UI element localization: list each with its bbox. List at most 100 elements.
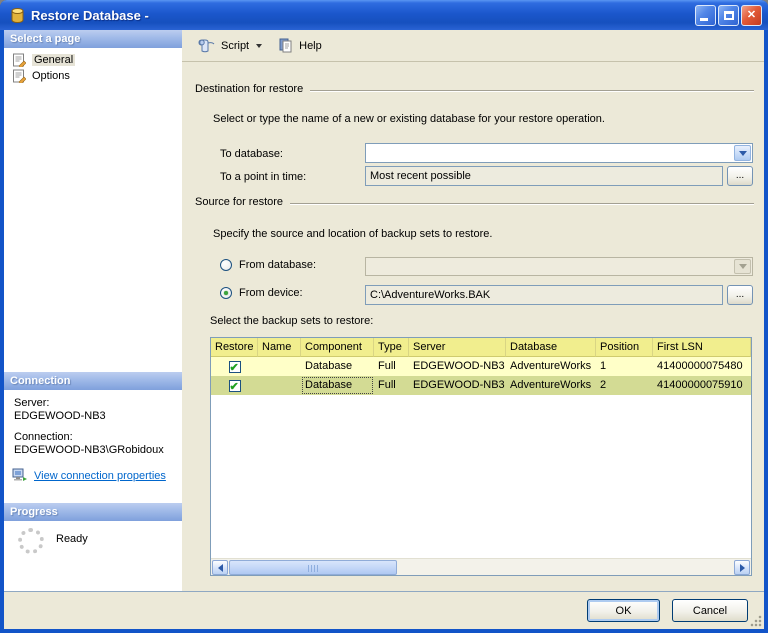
column-header-server: Server — [409, 338, 506, 357]
maximize-icon — [724, 10, 734, 20]
cell-server: EDGEWOOD-NB3 — [413, 379, 505, 391]
point-browse-button[interactable]: ... — [727, 166, 753, 186]
source-description: Specify the source and location of backu… — [213, 228, 493, 240]
cancel-button[interactable]: Cancel — [672, 599, 748, 622]
cell-type: Full — [378, 379, 396, 391]
cell-position: 1 — [600, 360, 607, 372]
help-button[interactable]: Help — [272, 34, 328, 57]
table-row[interactable]: Database Full EDGEWOOD-NB3 AdventureWork… — [211, 357, 751, 376]
script-button[interactable]: Script — [192, 34, 268, 57]
progress-header: Progress — [4, 503, 182, 521]
footer: OK Cancel — [4, 591, 764, 629]
minimize-button[interactable] — [695, 4, 716, 26]
resize-grip[interactable] — [749, 614, 762, 627]
cell-first-lsn: 41400000075480 — [657, 360, 743, 372]
window-controls — [695, 4, 762, 26]
source-group-label: Source for restore — [195, 196, 284, 208]
to-database-label: To database: — [220, 148, 283, 160]
cell-first-lsn: 41400000075910 — [657, 379, 743, 391]
connection-label: Connection: — [14, 431, 73, 443]
to-database-combobox[interactable] — [365, 143, 753, 163]
column-header-first-lsn: First LSN — [653, 338, 751, 357]
from-device-field[interactable]: C:\AdventureWorks.BAK — [365, 285, 723, 305]
help-icon — [279, 38, 292, 53]
connection-header: Connection — [4, 372, 182, 390]
cell-component: Database — [305, 360, 353, 372]
combo-dropdown-button — [734, 259, 751, 274]
chevron-down-icon — [738, 264, 747, 269]
chevron-right-icon — [739, 563, 745, 572]
toolbar: Script Help — [182, 30, 764, 62]
to-point-field[interactable]: Most recent possible — [365, 166, 723, 186]
from-database-label: From database: — [239, 259, 317, 271]
chevron-left-icon — [217, 563, 223, 572]
column-header-restore: Restore — [211, 338, 258, 357]
column-header-name: Name — [258, 338, 301, 357]
combo-dropdown-button[interactable] — [734, 145, 751, 161]
page-icon — [13, 53, 26, 67]
backup-sets-table: Restore Name Component Type Server Datab… — [210, 337, 752, 576]
server-label: Server: — [14, 397, 50, 409]
cell-database: AdventureWorks — [510, 360, 592, 372]
restore-checkbox[interactable] — [228, 378, 241, 395]
to-point-label: To a point in time: — [220, 171, 307, 183]
column-header-type: Type — [374, 338, 409, 357]
main-panel: Script Help Destination for restore Sele… — [182, 30, 764, 591]
sidebar-item-label: General — [32, 54, 76, 66]
radio-selected-icon[interactable] — [220, 287, 232, 299]
maximize-button[interactable] — [718, 4, 739, 26]
destination-group-label: Destination for restore — [195, 83, 304, 95]
from-device-label: From device: — [239, 287, 303, 299]
sidebar-item-general[interactable]: General — [12, 52, 76, 68]
chevron-down-icon — [738, 150, 747, 156]
page-icon — [13, 69, 26, 83]
connection-value: EDGEWOOD-NB3\GRobidoux — [14, 444, 164, 456]
chevron-down-icon — [256, 43, 263, 48]
group-divider — [290, 203, 754, 204]
column-header-database: Database — [506, 338, 596, 357]
from-database-combobox — [365, 257, 753, 276]
minimize-icon — [700, 17, 708, 21]
titlebar[interactable]: Restore Database - — [0, 0, 768, 30]
scroll-right-button[interactable] — [734, 560, 750, 575]
table-header-row: Restore Name Component Type Server Datab… — [211, 338, 751, 357]
destination-description: Select or type the name of a new or exis… — [213, 113, 605, 125]
help-label: Help — [299, 39, 322, 52]
cell-component: Database — [301, 376, 374, 395]
cell-position: 2 — [600, 379, 607, 391]
cell-name — [258, 357, 301, 376]
restore-database-window: Restore Database - Select a page General… — [0, 0, 768, 633]
from-database-option[interactable]: From database: — [220, 259, 316, 271]
server-value: EDGEWOOD-NB3 — [14, 410, 106, 422]
view-connection-properties-link[interactable]: View connection properties — [34, 470, 166, 482]
window-title: Restore Database - — [31, 7, 149, 23]
scrollbar-thumb[interactable] — [229, 560, 397, 575]
horizontal-scrollbar[interactable] — [211, 558, 751, 575]
script-icon — [198, 39, 215, 53]
sidebar-item-options[interactable]: Options — [12, 68, 70, 84]
radio-unselected-icon[interactable] — [220, 259, 232, 271]
select-a-page-header: Select a page — [4, 30, 182, 48]
restore-checkbox[interactable] — [228, 359, 241, 376]
scroll-left-button[interactable] — [212, 560, 228, 575]
cell-name — [258, 376, 301, 395]
script-label: Script — [221, 39, 250, 52]
device-browse-button[interactable]: ... — [727, 285, 753, 305]
connection-properties-icon — [12, 468, 27, 481]
cell-type: Full — [378, 360, 396, 372]
cell-database: AdventureWorks — [510, 379, 592, 391]
sidebar: Select a page General Options Connection… — [4, 30, 182, 591]
from-device-option[interactable]: From device: — [220, 287, 303, 299]
progress-spinner-icon — [18, 528, 44, 554]
progress-status: Ready — [56, 533, 88, 545]
close-button[interactable] — [741, 4, 762, 26]
group-divider — [310, 90, 754, 91]
backup-sets-label: Select the backup sets to restore: — [210, 315, 374, 327]
column-header-component: Component — [301, 338, 374, 357]
cell-server: EDGEWOOD-NB3 — [413, 360, 505, 372]
database-icon — [11, 7, 24, 23]
ok-button[interactable]: OK — [587, 599, 660, 622]
column-header-position: Position — [596, 338, 653, 357]
sidebar-item-label: Options — [32, 70, 70, 82]
table-row[interactable]: Database Full EDGEWOOD-NB3 AdventureWork… — [211, 376, 751, 395]
